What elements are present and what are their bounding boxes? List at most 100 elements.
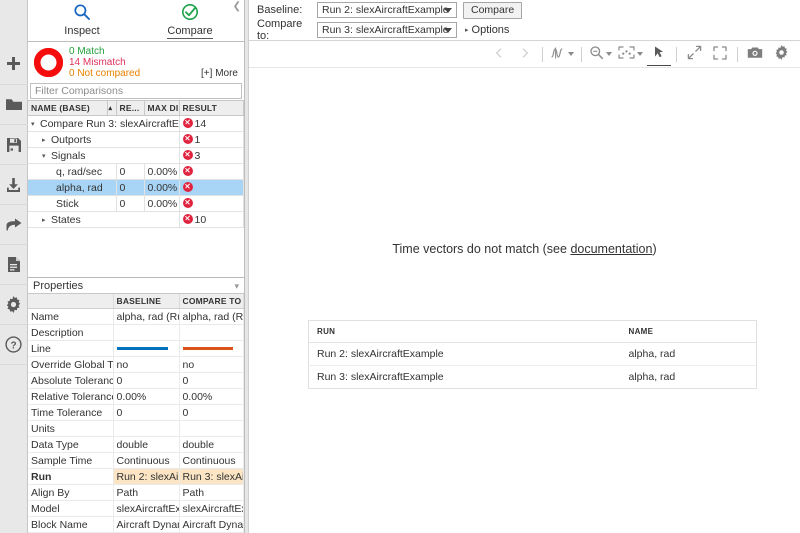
panel-tabs: Inspect Compare ❮ (28, 0, 244, 42)
table-row[interactable]: ▸ States 10 (28, 211, 244, 228)
compare-to-dropdown[interactable]: Run 3: slexAircraftExample (317, 22, 457, 38)
tree-sort-indicator[interactable]: ▴ (107, 101, 117, 116)
prop-label: Sample Time (28, 452, 114, 469)
prop-compare-line-color[interactable] (179, 340, 244, 357)
chevron-down-icon[interactable] (606, 52, 612, 56)
report-icon-button[interactable] (0, 245, 28, 285)
prop-label: Line (28, 340, 114, 357)
collapse-panel-icon[interactable]: ❮ (233, 2, 241, 12)
table-row: Run 2: slexAircraftExample alpha, rad (308, 342, 757, 366)
table-row: Description (28, 324, 244, 341)
row-result-count: 14 (194, 117, 207, 130)
table-row: Override Global Tolerarnono (28, 356, 244, 373)
row-label: Outports (51, 133, 92, 146)
add-icon-button[interactable] (0, 45, 28, 85)
prop-baseline: Path (113, 484, 180, 501)
prop-label: Name (28, 308, 114, 325)
table-row[interactable]: ▾ Signals 3 (28, 147, 244, 164)
prop-baseline: 0 (113, 372, 180, 389)
row-result: 3 (179, 147, 244, 164)
gear-icon (5, 296, 22, 313)
chevron-down-icon[interactable] (568, 52, 574, 56)
tree-col-result[interactable]: RESULT (179, 101, 244, 116)
prop-compare: alpha, rad (Run 3 (179, 308, 244, 325)
row-label: Stick (28, 195, 117, 212)
prop-baseline: alpha, rad (Run 2 (113, 308, 180, 325)
prop-baseline (113, 420, 180, 437)
gear-icon-button[interactable] (769, 43, 793, 65)
compare-button[interactable]: Compare (463, 1, 523, 19)
run-cell: Run 3: slexAircraftExample (308, 365, 621, 389)
row-twisty[interactable]: ▾ (42, 152, 51, 160)
no-match-message: Time vectors do not match (see documenta… (249, 242, 800, 256)
row-label: Signals (51, 149, 86, 162)
toolbar-separator (581, 46, 582, 62)
prop-baseline-line-color[interactable] (113, 340, 180, 357)
next-arrow-icon (519, 47, 531, 62)
data-cursor-icon-button[interactable] (548, 43, 576, 65)
folder-open-icon (5, 97, 23, 112)
prop-col-blank (28, 294, 114, 309)
chevron-down-icon[interactable] (637, 52, 643, 56)
table-row[interactable]: ▸ Outports 1 (28, 131, 244, 148)
compare-line-swatch (182, 347, 234, 350)
row-rel: 0 (116, 195, 145, 212)
message-prefix: Time vectors do not match (see (392, 242, 571, 256)
filter-comparisons-input[interactable] (31, 85, 241, 97)
tab-inspect[interactable]: Inspect (28, 0, 136, 41)
fit-to-view-icon-button[interactable] (682, 43, 706, 65)
row-rel: 0 (116, 179, 145, 196)
row-twisty[interactable]: ▸ (42, 216, 51, 224)
row-label: q, rad/sec (28, 163, 117, 180)
row-result: 0 (179, 195, 244, 212)
properties-header[interactable]: Properties ▾ (28, 277, 244, 294)
filter-comparisons-field[interactable] (30, 83, 242, 99)
prop-baseline: no (113, 356, 180, 373)
chevron-down-icon[interactable]: ▾ (234, 281, 239, 292)
maximize-icon-button[interactable] (708, 43, 732, 65)
name-cell: alpha, rad (620, 342, 757, 366)
properties-panel: BASELINE COMPARE TO Namealpha, rad (Run … (28, 294, 244, 533)
help-icon-button[interactable]: ? (0, 325, 28, 365)
table-row[interactable]: ▾Compare Run 3: slexAircraftExample to 1… (28, 115, 244, 132)
documentation-link[interactable]: documentation (570, 242, 652, 256)
tree-col-rel[interactable]: RE... (116, 101, 145, 116)
table-row[interactable]: q, rad/sec 0 0.00% 0 (28, 163, 244, 180)
arrow-select-icon-button[interactable] (647, 43, 671, 66)
toolbar-separator (737, 46, 738, 62)
baseline-dropdown[interactable]: Run 2: slexAircraftExample (317, 2, 457, 18)
row-reltol: 0.00% (144, 179, 180, 196)
tree-col-maxdiff[interactable]: MAX DIFF (144, 101, 180, 116)
share-icon-button[interactable] (0, 205, 28, 245)
camera-icon-button[interactable] (743, 43, 767, 65)
prev-arrow-icon-button[interactable] (487, 43, 511, 65)
pan-region-icon-button[interactable] (616, 43, 645, 65)
prop-compare (179, 420, 244, 437)
tree-col-name[interactable]: NAME (BASE) (28, 101, 108, 116)
row-twisty[interactable]: ▸ (42, 136, 51, 144)
prop-baseline: 0.00% (113, 388, 180, 405)
tab-compare[interactable]: Compare (136, 0, 244, 41)
prop-compare: 0 (179, 372, 244, 389)
table-row[interactable]: alpha, rad 0 0.00% 0 (28, 179, 244, 196)
comparison-tree[interactable]: NAME (BASE) ▴ RE... MAX DIFF RESULT ▾Com… (28, 100, 244, 277)
table-row: Absolute Tolerance 0 0 (28, 372, 244, 389)
prop-baseline: Aircraft Dynamics (113, 516, 180, 533)
row-result: 0 (179, 179, 244, 196)
options-toggle[interactable]: ▸ Options (465, 24, 509, 36)
import-icon-button[interactable] (0, 165, 28, 205)
tree-header-row: NAME (BASE) ▴ RE... MAX DIFF RESULT (28, 101, 244, 116)
row-twisty[interactable]: ▾ (31, 120, 40, 128)
search-icon (73, 3, 91, 24)
gear-icon-button[interactable] (0, 285, 28, 325)
error-icon (182, 117, 193, 128)
table-row[interactable]: Stick 0 0.00% 0 (28, 195, 244, 212)
folder-open-icon-button[interactable] (0, 85, 28, 125)
plot-toolbar (249, 41, 800, 68)
summary-more-link[interactable]: [+] More (201, 68, 238, 79)
save-icon-button[interactable] (0, 125, 28, 165)
chevron-right-icon: ▸ (465, 27, 469, 34)
zoom-icon-button[interactable] (587, 43, 614, 65)
next-arrow-icon-button[interactable] (513, 43, 537, 65)
prop-label: Absolute Tolerance (28, 372, 114, 389)
